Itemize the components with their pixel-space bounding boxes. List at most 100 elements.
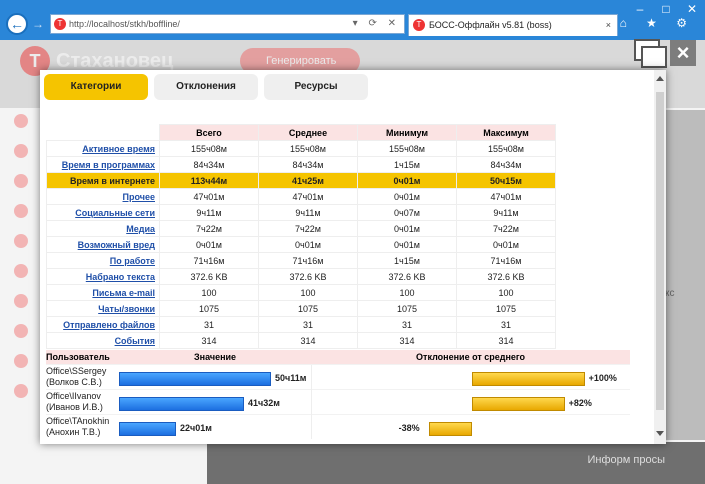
browser-tab[interactable]: Т БОСС-Оффлайн v5.81 (boss) × — [408, 14, 618, 36]
deviation-bar — [428, 422, 472, 436]
stats-row: События 314 314 314 314 — [46, 332, 556, 349]
sidebar — [0, 108, 36, 468]
deviation-label: +82% — [568, 398, 592, 408]
user-fullname: (Иванов И.В.) — [46, 402, 103, 412]
address-bar[interactable]: Т http://localhost/stkh/boffline/ ▾ ⟳ ✕ — [50, 14, 405, 34]
stats-row: Социальные сети 9ч11м 9ч11м 0ч07м 9ч11м — [46, 204, 556, 221]
stats-cell: 7ч22м — [258, 220, 358, 237]
category-link[interactable]: Набрано текста — [46, 268, 160, 285]
stats-cell: 1075 — [456, 300, 556, 317]
stats-row: Время в интернете 113ч44м 41ч25м 0ч01м 50ч15… — [46, 172, 556, 189]
stats-cell: 84ч34м — [258, 156, 358, 173]
stats-row: Набрано текста 372.6 KB 372.6 KB 372.6 KB 37… — [46, 268, 556, 285]
stats-cell: 9ч11м — [456, 204, 556, 221]
stats-cell: 0ч01м — [357, 172, 457, 189]
stats-cell: 0ч01м — [159, 236, 259, 253]
browser-toolbar-icons[interactable]: ⌂ ★ ⚙ — [620, 16, 695, 30]
sidebar-icon — [14, 294, 28, 308]
category-link: Время в интернете — [46, 172, 160, 189]
stats-cell: 31 — [357, 316, 457, 333]
stats-row: По работе 71ч16м 71ч16м 1ч15м 71ч16м — [46, 252, 556, 269]
browser-titlebar: ← → Т http://localhost/stkh/boffline/ ▾ … — [0, 0, 705, 40]
stats-cell: 7ч22м — [159, 220, 259, 237]
category-link[interactable]: Медиа — [46, 220, 160, 237]
column-header: Значение — [118, 350, 312, 365]
tab-deviations[interactable]: Отклонения — [154, 74, 258, 100]
stats-cell: 41ч25м — [258, 172, 358, 189]
category-link[interactable]: Чаты/звонки — [46, 300, 160, 317]
site-favicon-icon: Т — [54, 18, 66, 30]
users-header-row: Пользователь Значение Отклонение от сред… — [46, 350, 630, 365]
stats-cell: 0ч01м — [258, 236, 358, 253]
column-header: Отклонение от среднего — [311, 350, 630, 365]
category-link[interactable]: Письма e-mail — [46, 284, 160, 301]
tab-close-button[interactable]: × — [606, 15, 611, 35]
category-link[interactable]: По работе — [46, 252, 160, 269]
value-bar — [118, 422, 176, 436]
close-dialog-button[interactable]: × — [670, 40, 696, 66]
stats-cell: 372.6 KB — [456, 268, 556, 285]
stats-row: Чаты/звонки 1075 1075 1075 1075 — [46, 300, 556, 317]
sidebar-icon — [14, 144, 28, 158]
scroll-down-icon[interactable] — [656, 431, 664, 436]
stats-cell: 31 — [258, 316, 358, 333]
stats-row: Прочее 47ч01м 47ч01м 0ч01м 47ч01м — [46, 188, 556, 205]
stats-cell: 155ч08м — [159, 140, 259, 157]
vertical-scrollbar[interactable] — [654, 70, 666, 444]
stats-row: Активное время 155ч08м 155ч08м 155ч08м 155ч0… — [46, 140, 556, 157]
address-tools[interactable]: ▾ ⟳ ✕ — [353, 15, 400, 33]
value-cell: 22ч01м — [118, 414, 312, 439]
user-row: Office\IIvanov (Иванов И.В.) 41ч32м +82% — [46, 389, 630, 415]
stats-cell: 314 — [159, 332, 259, 349]
back-button[interactable]: ← — [6, 13, 28, 35]
stats-cell: 1075 — [159, 300, 259, 317]
deviation-bar — [471, 372, 585, 386]
category-link[interactable]: Время в программах — [46, 156, 160, 173]
stats-cell: 314 — [258, 332, 358, 349]
stats-row: Письма e-mail 100 100 100 100 — [46, 284, 556, 301]
value-cell: 41ч32м — [118, 389, 312, 415]
deviation-label: +100% — [588, 373, 617, 383]
category-link[interactable]: События — [46, 332, 160, 349]
tab-resources[interactable]: Ресурсы — [264, 74, 368, 100]
stats-cell: 50ч15м — [456, 172, 556, 189]
stats-cell: 155ч08м — [456, 140, 556, 157]
stats-cell: 9ч11м — [258, 204, 358, 221]
stats-cell: 0ч01м — [357, 236, 457, 253]
stats-row: Время в программах 84ч34м 84ч34м 1ч15м 84ч34… — [46, 156, 556, 173]
stats-cell: 9ч11м — [159, 204, 259, 221]
stats-cell: 47ч01м — [159, 188, 259, 205]
stats-corner — [46, 124, 160, 141]
forward-button[interactable]: → — [32, 17, 46, 31]
stats-cell: 71ч16м — [159, 252, 259, 269]
scroll-thumb[interactable] — [656, 92, 664, 410]
category-link[interactable]: Возможный вред — [46, 236, 160, 253]
sidebar-icon — [14, 204, 28, 218]
category-link[interactable]: Социальные сети — [46, 204, 160, 221]
value-cell: 50ч11м — [118, 364, 312, 390]
column-header: Минимум — [357, 124, 457, 141]
stats-cell: 155ч08м — [258, 140, 358, 157]
stats-cell: 84ч34м — [456, 156, 556, 173]
stats-cell: 372.6 KB — [258, 268, 358, 285]
category-link[interactable]: Отправлено файлов — [46, 316, 160, 333]
stats-cell: 0ч07м — [357, 204, 457, 221]
user-fullname: (Волков С.В.) — [46, 377, 102, 387]
deviation-label: -38% — [398, 423, 420, 433]
column-header: Пользователь — [46, 350, 119, 365]
user-login: Office\IIvanov — [46, 391, 101, 401]
deviation-cell: +82% — [310, 389, 630, 415]
category-link[interactable]: Прочее — [46, 188, 160, 205]
stats-cell: 47ч01м — [456, 188, 556, 205]
stats-cell: 155ч08м — [357, 140, 457, 157]
category-link[interactable]: Активное время — [46, 140, 160, 157]
value-bar — [118, 397, 244, 411]
stats-cell: 100 — [258, 284, 358, 301]
sidebar-icon — [14, 324, 28, 338]
stats-cell: 47ч01м — [258, 188, 358, 205]
restore-window-icon[interactable] — [634, 39, 667, 68]
user-cell: Office\TAnokhin (Анохин Т.В.) — [46, 414, 119, 439]
sidebar-icon — [14, 174, 28, 188]
tab-categories[interactable]: Категории — [44, 74, 148, 100]
scroll-up-icon[interactable] — [656, 76, 664, 81]
